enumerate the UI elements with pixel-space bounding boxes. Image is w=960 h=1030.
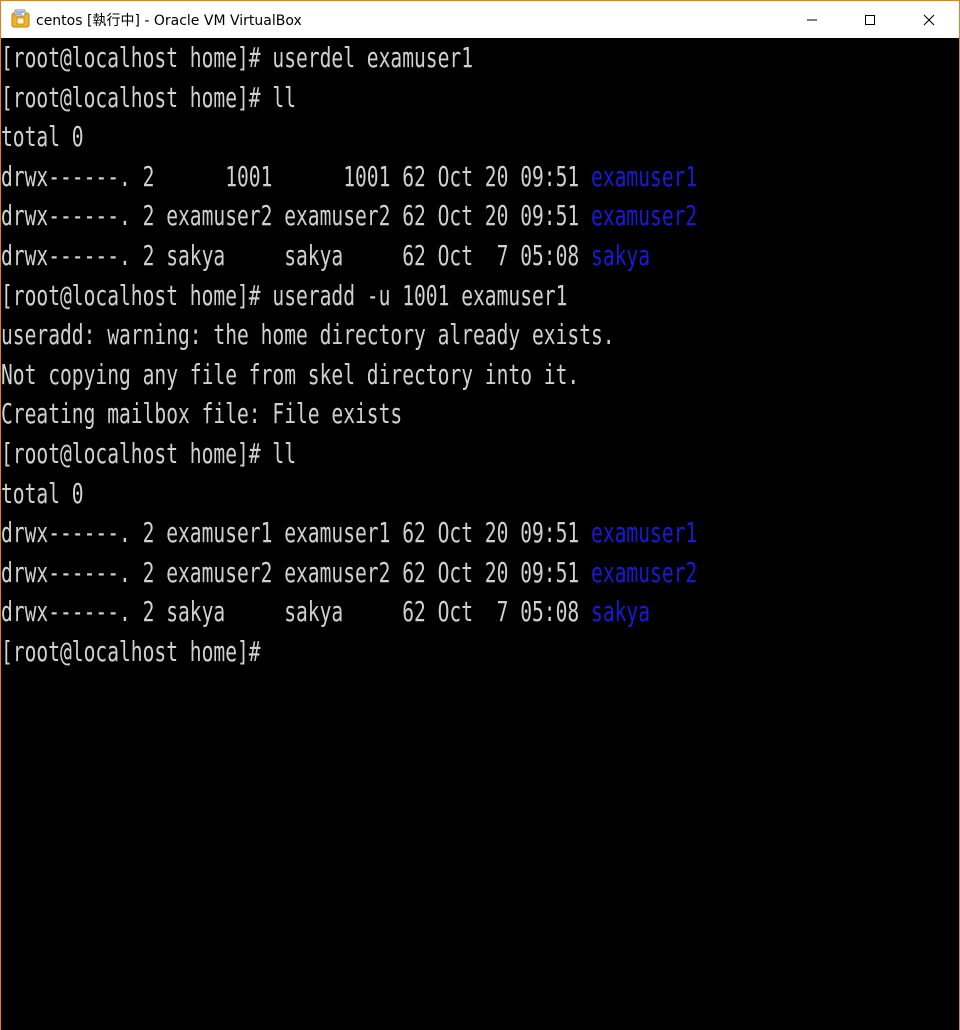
console-line: [root@localhost home]# userdel examuser1 — [1, 41, 474, 74]
console-line: useradd: warning: the home directory alr… — [1, 318, 615, 352]
console-line: Not copying any file from skel directory… — [1, 357, 580, 391]
close-icon — [923, 14, 935, 26]
title-bar[interactable]: centos [執行中] - Oracle VM VirtualBox — [1, 1, 959, 38]
directory-name: sakya — [591, 595, 651, 629]
console-line: [root@localhost home]# useradd -u 1001 e… — [1, 278, 568, 312]
console-line: total 0 — [1, 476, 84, 510]
console-line: drwx------. 2 sakya sakya 62 Oct 7 05:08… — [1, 595, 651, 629]
console-line: total 0 — [1, 120, 84, 154]
console-line: [root@localhost home]# ll — [1, 80, 297, 114]
console-line: drwx------. 2 examuser1 examuser1 62 Oct… — [1, 516, 698, 550]
minimize-icon — [806, 14, 818, 26]
maximize-icon — [864, 14, 876, 26]
console-line: drwx------. 2 sakya sakya 62 Oct 7 05:08… — [1, 238, 651, 272]
directory-name: examuser1 — [591, 159, 698, 193]
directory-name: sakya — [591, 238, 651, 272]
directory-name: examuser2 — [591, 555, 698, 589]
console-line: drwx------. 2 examuser2 examuser2 62 Oct… — [1, 199, 698, 233]
close-button[interactable] — [900, 1, 958, 38]
directory-name: examuser1 — [591, 516, 698, 550]
directory-name: examuser2 — [591, 199, 698, 233]
virtualbox-window: centos [執行中] - Oracle VM VirtualBox [roo… — [0, 0, 960, 1030]
console-line: drwx------. 2 1001 1001 62 Oct 20 09:51 … — [1, 159, 698, 193]
console-line: [root@localhost home]# ll — [1, 436, 297, 470]
maximize-button[interactable] — [841, 1, 899, 38]
minimize-button[interactable] — [783, 1, 841, 38]
window-title: centos [執行中] - Oracle VM VirtualBox — [36, 13, 302, 29]
terminal-output: [root@localhost home]# userdel examuser1… — [1, 38, 959, 672]
console-line: drwx------. 2 examuser2 examuser2 62 Oct… — [1, 555, 698, 589]
virtualbox-icon — [11, 9, 31, 29]
console-prompt-line[interactable]: [root@localhost home]# — [1, 632, 672, 672]
vm-console-screen[interactable]: [root@localhost home]# userdel examuser1… — [1, 38, 959, 1030]
console-line: Creating mailbox file: File exists — [1, 397, 403, 431]
